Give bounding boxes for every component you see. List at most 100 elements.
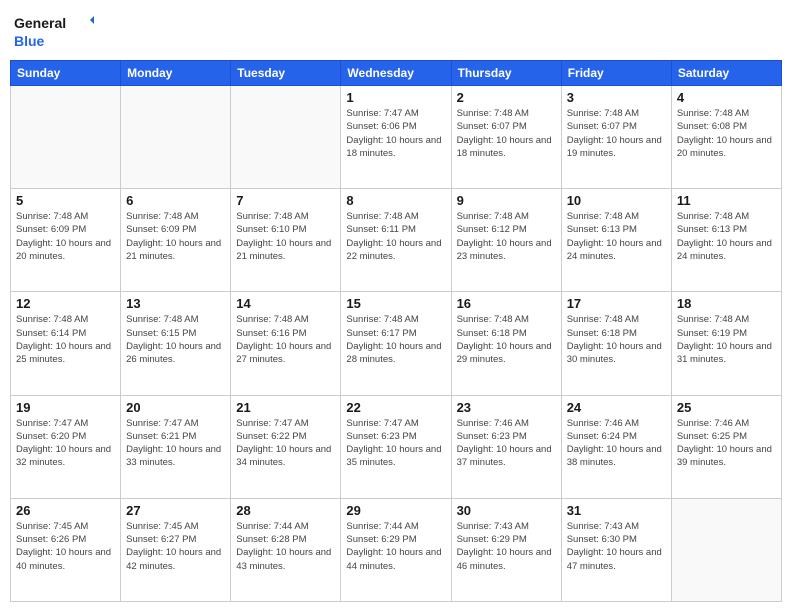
calendar-cell-w2-d1: 13 Sunrise: 7:48 AM Sunset: 6:15 PM Dayli… xyxy=(121,292,231,395)
weekday-header-monday: Monday xyxy=(121,61,231,86)
day-number: 14 xyxy=(236,296,335,311)
day-number: 10 xyxy=(567,193,666,208)
day-number: 1 xyxy=(346,90,445,105)
calendar-cell-w0-d3: 1Sunrise: 7:47 AM Sunset: 6:06 PM Daylig… xyxy=(341,86,451,189)
calendar-cell-w0-d5: 3 Sunrise: 7:48 AM Sunset: 6:07 PM Daylig… xyxy=(561,86,671,189)
weekday-header-friday: Friday xyxy=(561,61,671,86)
calendar-cell-w3-d6: 25Sunrise: 7:46 AM Sunset: 6:25 PM Dayli… xyxy=(671,395,781,498)
day-info: Sunrise: 7:48 AM Sunset: 6:19 PM Dayligh… xyxy=(677,313,776,366)
day-info: Sunrise: 7:48 AM Sunset: 6:15 PM Dayligh… xyxy=(126,313,225,366)
day-info: Sunrise: 7:48 AM Sunset: 6:07 PM Dayligh… xyxy=(457,107,556,160)
day-info: Sunrise: 7:43 AM Sunset: 6:30 PM Dayligh… xyxy=(567,520,666,573)
day-info: Sunrise: 7:46 AM Sunset: 6:23 PM Dayligh… xyxy=(457,417,556,470)
calendar-cell-w0-d2 xyxy=(231,86,341,189)
day-number: 6 xyxy=(126,193,225,208)
calendar-cell-w1-d2: 7 Sunrise: 7:48 AM Sunset: 6:10 PM Daylig… xyxy=(231,189,341,292)
calendar-cell-w1-d4: 9 Sunrise: 7:48 AM Sunset: 6:12 PM Daylig… xyxy=(451,189,561,292)
weekday-header-saturday: Saturday xyxy=(671,61,781,86)
day-number: 16 xyxy=(457,296,556,311)
calendar-cell-w3-d2: 21 Sunrise: 7:47 AM Sunset: 6:22 PM Dayli… xyxy=(231,395,341,498)
day-number: 9 xyxy=(457,193,556,208)
day-info: Sunrise: 7:48 AM Sunset: 6:17 PM Dayligh… xyxy=(346,313,445,366)
day-info: Sunrise: 7:48 AM Sunset: 6:12 PM Dayligh… xyxy=(457,210,556,263)
calendar-cell-w4-d4: 30 Sunrise: 7:43 AM Sunset: 6:29 PM Dayli… xyxy=(451,498,561,601)
weekday-header-row: SundayMondayTuesdayWednesdayThursdayFrid… xyxy=(11,61,782,86)
calendar-cell-w3-d0: 19 Sunrise: 7:47 AM Sunset: 6:20 PM Dayli… xyxy=(11,395,121,498)
day-number: 7 xyxy=(236,193,335,208)
calendar-cell-w0-d6: 4Sunrise: 7:48 AM Sunset: 6:08 PM Daylig… xyxy=(671,86,781,189)
day-number: 24 xyxy=(567,400,666,415)
calendar-cell-w4-d5: 31 Sunrise: 7:43 AM Sunset: 6:30 PM Dayli… xyxy=(561,498,671,601)
day-number: 20 xyxy=(126,400,225,415)
day-info: Sunrise: 7:48 AM Sunset: 6:13 PM Dayligh… xyxy=(677,210,776,263)
calendar-cell-w2-d0: 12 Sunrise: 7:48 AM Sunset: 6:14 PM Dayli… xyxy=(11,292,121,395)
day-info: Sunrise: 7:47 AM Sunset: 6:21 PM Dayligh… xyxy=(126,417,225,470)
day-info: Sunrise: 7:48 AM Sunset: 6:09 PM Dayligh… xyxy=(126,210,225,263)
calendar-cell-w3-d5: 24 Sunrise: 7:46 AM Sunset: 6:24 PM Dayli… xyxy=(561,395,671,498)
day-number: 26 xyxy=(16,503,115,518)
week-row-2: 12 Sunrise: 7:48 AM Sunset: 6:14 PM Dayli… xyxy=(11,292,782,395)
day-number: 22 xyxy=(346,400,445,415)
day-number: 23 xyxy=(457,400,556,415)
day-number: 21 xyxy=(236,400,335,415)
logo: General Blue xyxy=(14,10,94,54)
day-info: Sunrise: 7:48 AM Sunset: 6:13 PM Dayligh… xyxy=(567,210,666,263)
calendar-cell-w4-d2: 28 Sunrise: 7:44 AM Sunset: 6:28 PM Dayli… xyxy=(231,498,341,601)
day-number: 3 xyxy=(567,90,666,105)
day-info: Sunrise: 7:47 AM Sunset: 6:20 PM Dayligh… xyxy=(16,417,115,470)
day-info: Sunrise: 7:48 AM Sunset: 6:09 PM Dayligh… xyxy=(16,210,115,263)
day-info: Sunrise: 7:48 AM Sunset: 6:07 PM Dayligh… xyxy=(567,107,666,160)
day-info: Sunrise: 7:48 AM Sunset: 6:16 PM Dayligh… xyxy=(236,313,335,366)
svg-text:Blue: Blue xyxy=(14,33,45,49)
header: General Blue xyxy=(10,10,782,54)
calendar-cell-w0-d4: 2 Sunrise: 7:48 AM Sunset: 6:07 PM Daylig… xyxy=(451,86,561,189)
day-number: 28 xyxy=(236,503,335,518)
week-row-4: 26 Sunrise: 7:45 AM Sunset: 6:26 PM Dayli… xyxy=(11,498,782,601)
day-number: 31 xyxy=(567,503,666,518)
calendar-cell-w1-d1: 6 Sunrise: 7:48 AM Sunset: 6:09 PM Daylig… xyxy=(121,189,231,292)
day-info: Sunrise: 7:44 AM Sunset: 6:29 PM Dayligh… xyxy=(346,520,445,573)
day-number: 4 xyxy=(677,90,776,105)
day-number: 27 xyxy=(126,503,225,518)
calendar-cell-w3-d1: 20 Sunrise: 7:47 AM Sunset: 6:21 PM Dayli… xyxy=(121,395,231,498)
day-info: Sunrise: 7:47 AM Sunset: 6:22 PM Dayligh… xyxy=(236,417,335,470)
calendar-cell-w2-d2: 14 Sunrise: 7:48 AM Sunset: 6:16 PM Dayli… xyxy=(231,292,341,395)
week-row-1: 5 Sunrise: 7:48 AM Sunset: 6:09 PM Daylig… xyxy=(11,189,782,292)
day-number: 18 xyxy=(677,296,776,311)
calendar-cell-w2-d5: 17Sunrise: 7:48 AM Sunset: 6:18 PM Dayli… xyxy=(561,292,671,395)
weekday-header-tuesday: Tuesday xyxy=(231,61,341,86)
day-info: Sunrise: 7:46 AM Sunset: 6:25 PM Dayligh… xyxy=(677,417,776,470)
calendar-cell-w3-d3: 22 Sunrise: 7:47 AM Sunset: 6:23 PM Dayli… xyxy=(341,395,451,498)
day-info: Sunrise: 7:43 AM Sunset: 6:29 PM Dayligh… xyxy=(457,520,556,573)
day-number: 15 xyxy=(346,296,445,311)
day-info: Sunrise: 7:48 AM Sunset: 6:10 PM Dayligh… xyxy=(236,210,335,263)
day-info: Sunrise: 7:44 AM Sunset: 6:28 PM Dayligh… xyxy=(236,520,335,573)
calendar-cell-w1-d6: 11 Sunrise: 7:48 AM Sunset: 6:13 PM Dayli… xyxy=(671,189,781,292)
calendar-cell-w1-d5: 10 Sunrise: 7:48 AM Sunset: 6:13 PM Dayli… xyxy=(561,189,671,292)
day-number: 5 xyxy=(16,193,115,208)
day-number: 2 xyxy=(457,90,556,105)
calendar-cell-w4-d3: 29Sunrise: 7:44 AM Sunset: 6:29 PM Dayli… xyxy=(341,498,451,601)
page: General Blue SundayMondayTuesdayWednesda… xyxy=(0,0,792,612)
day-info: Sunrise: 7:48 AM Sunset: 6:18 PM Dayligh… xyxy=(457,313,556,366)
day-info: Sunrise: 7:47 AM Sunset: 6:23 PM Dayligh… xyxy=(346,417,445,470)
day-info: Sunrise: 7:46 AM Sunset: 6:24 PM Dayligh… xyxy=(567,417,666,470)
day-number: 11 xyxy=(677,193,776,208)
day-number: 12 xyxy=(16,296,115,311)
weekday-header-wednesday: Wednesday xyxy=(341,61,451,86)
calendar-cell-w2-d4: 16 Sunrise: 7:48 AM Sunset: 6:18 PM Dayli… xyxy=(451,292,561,395)
day-info: Sunrise: 7:48 AM Sunset: 6:14 PM Dayligh… xyxy=(16,313,115,366)
day-number: 8 xyxy=(346,193,445,208)
calendar-cell-w3-d4: 23 Sunrise: 7:46 AM Sunset: 6:23 PM Dayli… xyxy=(451,395,561,498)
day-number: 30 xyxy=(457,503,556,518)
weekday-header-sunday: Sunday xyxy=(11,61,121,86)
calendar-cell-w2-d3: 15 Sunrise: 7:48 AM Sunset: 6:17 PM Dayli… xyxy=(341,292,451,395)
weekday-header-thursday: Thursday xyxy=(451,61,561,86)
svg-text:General: General xyxy=(14,15,66,31)
day-info: Sunrise: 7:45 AM Sunset: 6:27 PM Dayligh… xyxy=(126,520,225,573)
day-number: 13 xyxy=(126,296,225,311)
day-info: Sunrise: 7:45 AM Sunset: 6:26 PM Dayligh… xyxy=(16,520,115,573)
day-number: 19 xyxy=(16,400,115,415)
calendar-cell-w4-d1: 27 Sunrise: 7:45 AM Sunset: 6:27 PM Dayli… xyxy=(121,498,231,601)
week-row-3: 19 Sunrise: 7:47 AM Sunset: 6:20 PM Dayli… xyxy=(11,395,782,498)
